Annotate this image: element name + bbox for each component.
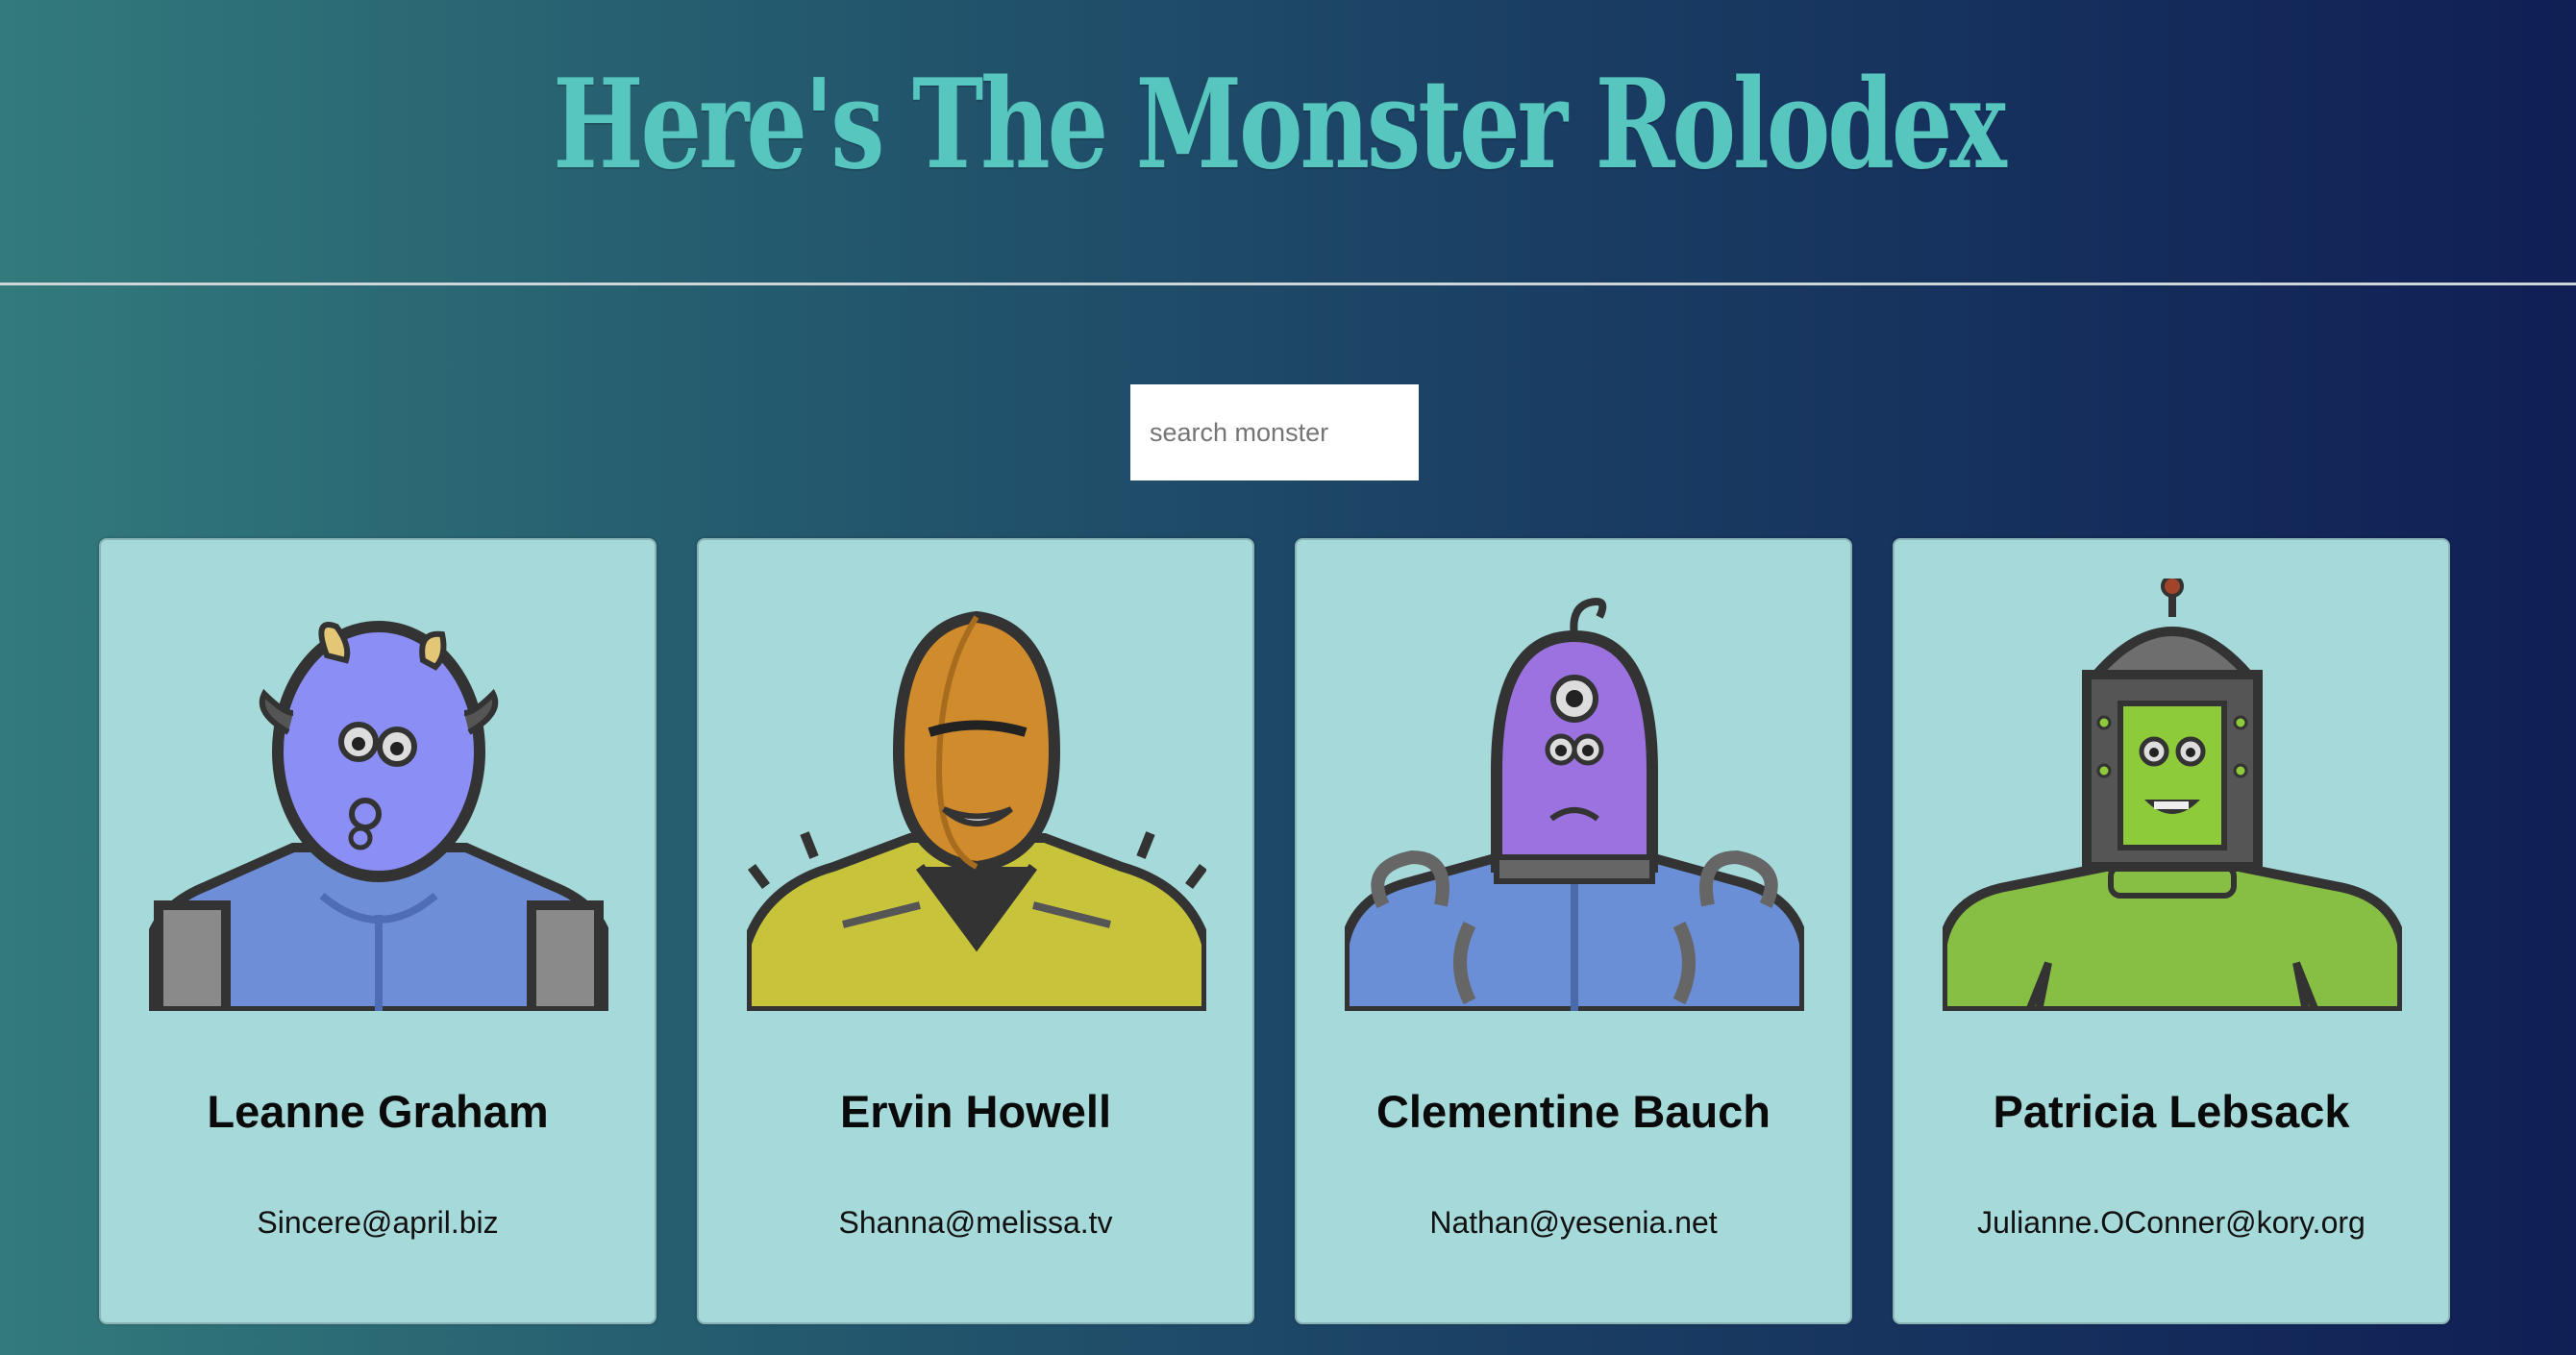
horned-monster-icon bbox=[149, 621, 608, 1011]
monster-card[interactable]: Patricia Lebsack Julianne.OConner@kory.o… bbox=[1893, 538, 2450, 1324]
monster-name: Patricia Lebsack bbox=[1993, 1086, 2350, 1137]
monster-email: Nathan@yesenia.net bbox=[1429, 1205, 1718, 1240]
monster-email: Julianne.OConner@kory.org bbox=[1977, 1205, 2365, 1240]
page-title: Here's The Monster Rolodex bbox=[553, 53, 2007, 197]
avatar bbox=[1345, 579, 1804, 1011]
avatar bbox=[1943, 579, 2402, 1011]
monster-email: Sincere@april.biz bbox=[257, 1205, 499, 1240]
search-input[interactable] bbox=[1130, 384, 1419, 480]
masked-monster-icon bbox=[747, 610, 1206, 1011]
page-header: Here's The Monster Rolodex bbox=[0, 0, 2576, 285]
monster-name: Ervin Howell bbox=[839, 1086, 1112, 1137]
monster-card[interactable]: Ervin Howell Shanna@melissa.tv bbox=[697, 538, 1254, 1324]
robot-monster-icon bbox=[1943, 579, 2402, 1011]
monster-name: Leanne Graham bbox=[207, 1086, 549, 1137]
monster-card[interactable]: Clementine Bauch Nathan@yesenia.net bbox=[1295, 538, 1852, 1324]
avatar bbox=[149, 579, 608, 1011]
cyclops-monster-icon bbox=[1345, 598, 1804, 1011]
monster-card[interactable]: Leanne Graham Sincere@april.biz bbox=[99, 538, 656, 1324]
avatar bbox=[747, 579, 1206, 1011]
monster-name: Clementine Bauch bbox=[1375, 1086, 1771, 1137]
monster-email: Shanna@melissa.tv bbox=[838, 1205, 1113, 1240]
